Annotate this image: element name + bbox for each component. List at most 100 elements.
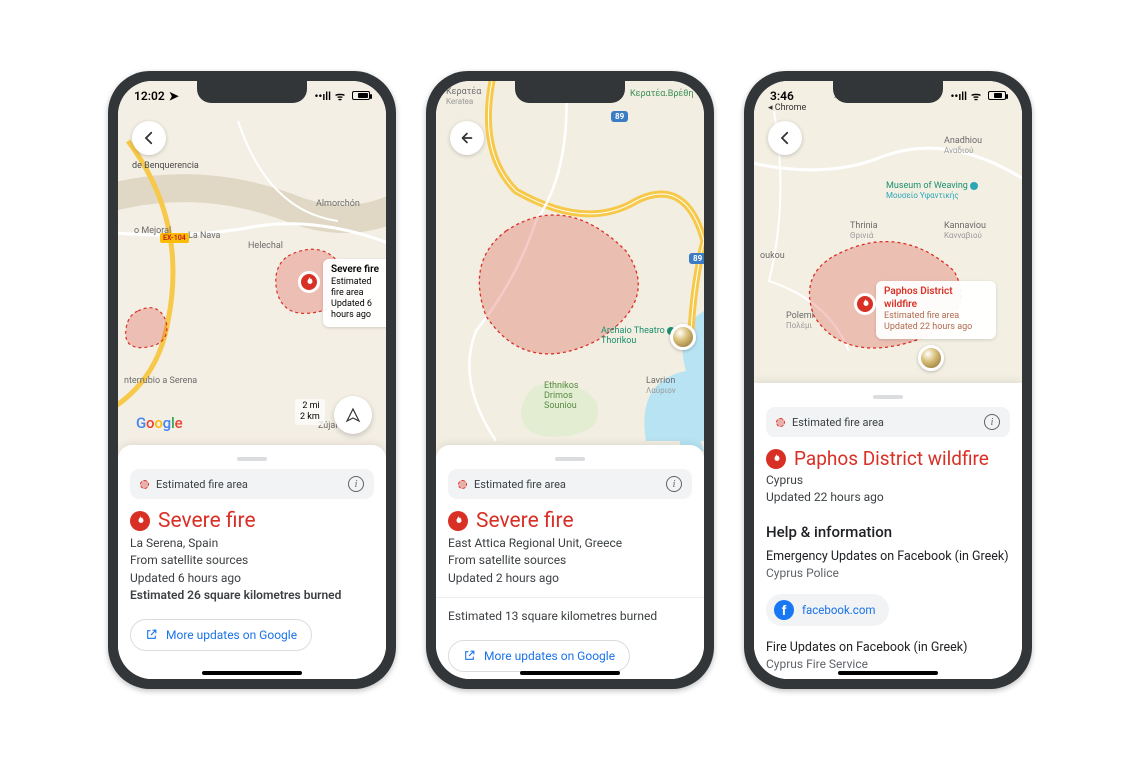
- fire-area-chip[interactable]: Estimated fire area i: [448, 469, 692, 499]
- road-shield: 89: [689, 253, 704, 264]
- fire-area-burned: Estimated 26 square kilometres burned: [130, 587, 374, 604]
- back-button[interactable]: [450, 121, 484, 155]
- chip-label: Estimated fire area: [792, 416, 884, 429]
- map-label: ΚερατέαKeratea: [446, 87, 481, 106]
- help-item-source: Cyprus Police: [766, 566, 1010, 580]
- fire-pin[interactable]: [298, 271, 320, 293]
- chip-label: Estimated fire area: [474, 478, 566, 491]
- info-sheet[interactable]: Estimated fire area i Severe fire East A…: [436, 445, 704, 679]
- help-heading: Help & information: [766, 523, 1010, 541]
- my-location-button[interactable]: [334, 396, 372, 434]
- fire-icon: [448, 511, 468, 531]
- map-label: nterrubio a Serena: [124, 376, 197, 386]
- phone-screen-2: ΚερατέαKeratea Κερατέα.Βρέθη 89 89 Archa…: [436, 81, 704, 679]
- fire-icon: [859, 298, 871, 310]
- phone-screen-3: 3:46 ••ıllᯤ ◂ Chrome Χρυσοχούς AnadhiouΑ…: [754, 81, 1022, 679]
- phone-screen-1: 12:02 ➤ ••ıllᯤ de Benquerencia EX-104: [118, 81, 386, 679]
- callout-title: Severe fire: [331, 264, 385, 277]
- arrow-left-icon: [458, 129, 476, 147]
- fire-updated: Updated 6 hours ago: [130, 570, 374, 587]
- chip-label: Estimated fire area: [156, 478, 248, 491]
- google-logo: Google: [136, 414, 182, 432]
- fire-area-icon: [776, 418, 785, 427]
- fire-source: From satellite sources: [448, 552, 692, 569]
- map-label: PolemiΠολέμι: [786, 311, 814, 330]
- map-label: LavrionΛαύριον: [646, 376, 676, 395]
- info-icon[interactable]: i: [666, 476, 682, 492]
- map-label: de Benquerencia: [132, 161, 199, 171]
- status-icons: ••ıllᯤ: [311, 89, 370, 104]
- fire-icon: [130, 511, 150, 531]
- fire-title: Severe fire: [476, 509, 574, 533]
- notch: [515, 81, 625, 103]
- info-sheet[interactable]: Estimated fire area i Paphos District wi…: [754, 383, 1022, 679]
- more-updates-button[interactable]: More updates on Google: [130, 619, 312, 651]
- fire-updated: Updated 2 hours ago: [448, 570, 692, 587]
- facebook-chip[interactable]: f facebook.com: [766, 594, 889, 626]
- callout-line: Estimated fire area: [884, 311, 988, 322]
- photo-pin[interactable]: [918, 345, 944, 371]
- sheet-grabber[interactable]: [873, 395, 903, 399]
- compass-arrow-icon: [344, 406, 362, 424]
- fire-area-burned: Estimated 13 square kilometres burned: [436, 597, 704, 625]
- status-time: 3:46: [770, 89, 794, 103]
- info-icon[interactable]: i: [984, 414, 1000, 430]
- open-in-new-icon: [145, 628, 158, 641]
- notch: [833, 81, 943, 103]
- map-label: Almorchón: [316, 199, 360, 209]
- fire-icon: [303, 276, 315, 288]
- map-label: ThriniaΘρινιά: [850, 221, 878, 240]
- map-label: La Nava: [188, 231, 220, 241]
- more-updates-button[interactable]: More updates on Google: [448, 640, 630, 672]
- info-sheet[interactable]: Estimated fire area i Severe fire La Ser…: [118, 445, 386, 679]
- sheet-grabber[interactable]: [237, 457, 267, 461]
- fire-area-chip[interactable]: Estimated fire area i: [766, 407, 1010, 437]
- facebook-icon: f: [774, 600, 794, 620]
- fire-area-icon: [458, 480, 467, 489]
- phone-frame-2: ΚερατέαKeratea Κερατέα.Βρέθη 89 89 Archa…: [426, 71, 714, 689]
- fire-title: Severe fire: [158, 509, 256, 533]
- phone-frame-1: 12:02 ➤ ••ıllᯤ de Benquerencia EX-104: [108, 71, 396, 689]
- fire-icon: [766, 449, 786, 469]
- photo-pin[interactable]: [670, 324, 696, 350]
- fire-pin[interactable]: [854, 293, 876, 315]
- fire-title: Paphos District wildfire: [794, 447, 989, 470]
- map-label: oukou: [760, 251, 785, 261]
- fire-area-chip[interactable]: Estimated fire area i: [130, 469, 374, 499]
- chevron-left-icon: [776, 129, 794, 147]
- location-indicator-icon: ➤: [169, 89, 179, 103]
- back-button[interactable]: [132, 121, 166, 155]
- map-poi: EthnikosDrimosSouniou: [544, 381, 579, 411]
- fire-area-icon: [140, 480, 149, 489]
- help-item-title[interactable]: Fire Updates on Facebook (in Greek): [766, 640, 1010, 657]
- callout-line: Updated 22 hours ago: [884, 322, 988, 333]
- fire-location: La Serena, Spain: [130, 535, 374, 552]
- home-indicator[interactable]: [838, 671, 938, 675]
- fire-callout[interactable]: Severe fire Estimated fire area Updated …: [323, 259, 386, 327]
- fire-source: From satellite sources: [130, 552, 374, 569]
- fire-callout[interactable]: Paphos District wildfire Estimated fire …: [876, 281, 996, 339]
- help-item-source: Cyprus Fire Service: [766, 657, 1010, 671]
- help-item-title[interactable]: Emergency Updates on Facebook (in Greek): [766, 549, 1010, 566]
- map-label: KannaviouΚανναβιού: [944, 221, 986, 240]
- map-scale: 2 mi2 km: [295, 399, 325, 425]
- status-time: 12:02: [134, 89, 165, 103]
- road-shield: 89: [611, 111, 628, 122]
- back-button[interactable]: [768, 121, 802, 155]
- map-label: Κερατέα.Βρέθη: [630, 89, 694, 99]
- chevron-left-icon: [140, 129, 158, 147]
- sheet-grabber[interactable]: [555, 457, 585, 461]
- more-updates-label: More updates on Google: [484, 649, 615, 663]
- notch: [197, 81, 307, 103]
- open-in-new-icon: [463, 649, 476, 662]
- map-poi[interactable]: Archaio Theatro Thorikou: [601, 326, 675, 346]
- home-indicator[interactable]: [520, 671, 620, 675]
- map-poi[interactable]: Museum of Weaving Μουσείο Υφαντικής: [886, 181, 978, 200]
- phone-frame-3: 3:46 ••ıllᯤ ◂ Chrome Χρυσοχούς AnadhiouΑ…: [744, 71, 1032, 689]
- breadcrumb-back[interactable]: ◂ Chrome: [768, 103, 806, 113]
- fire-location: Cyprus: [766, 472, 1010, 489]
- callout-line: Estimated fire area: [331, 277, 385, 300]
- status-icons: ••ıllᯤ: [947, 89, 1006, 104]
- home-indicator[interactable]: [202, 671, 302, 675]
- info-icon[interactable]: i: [348, 476, 364, 492]
